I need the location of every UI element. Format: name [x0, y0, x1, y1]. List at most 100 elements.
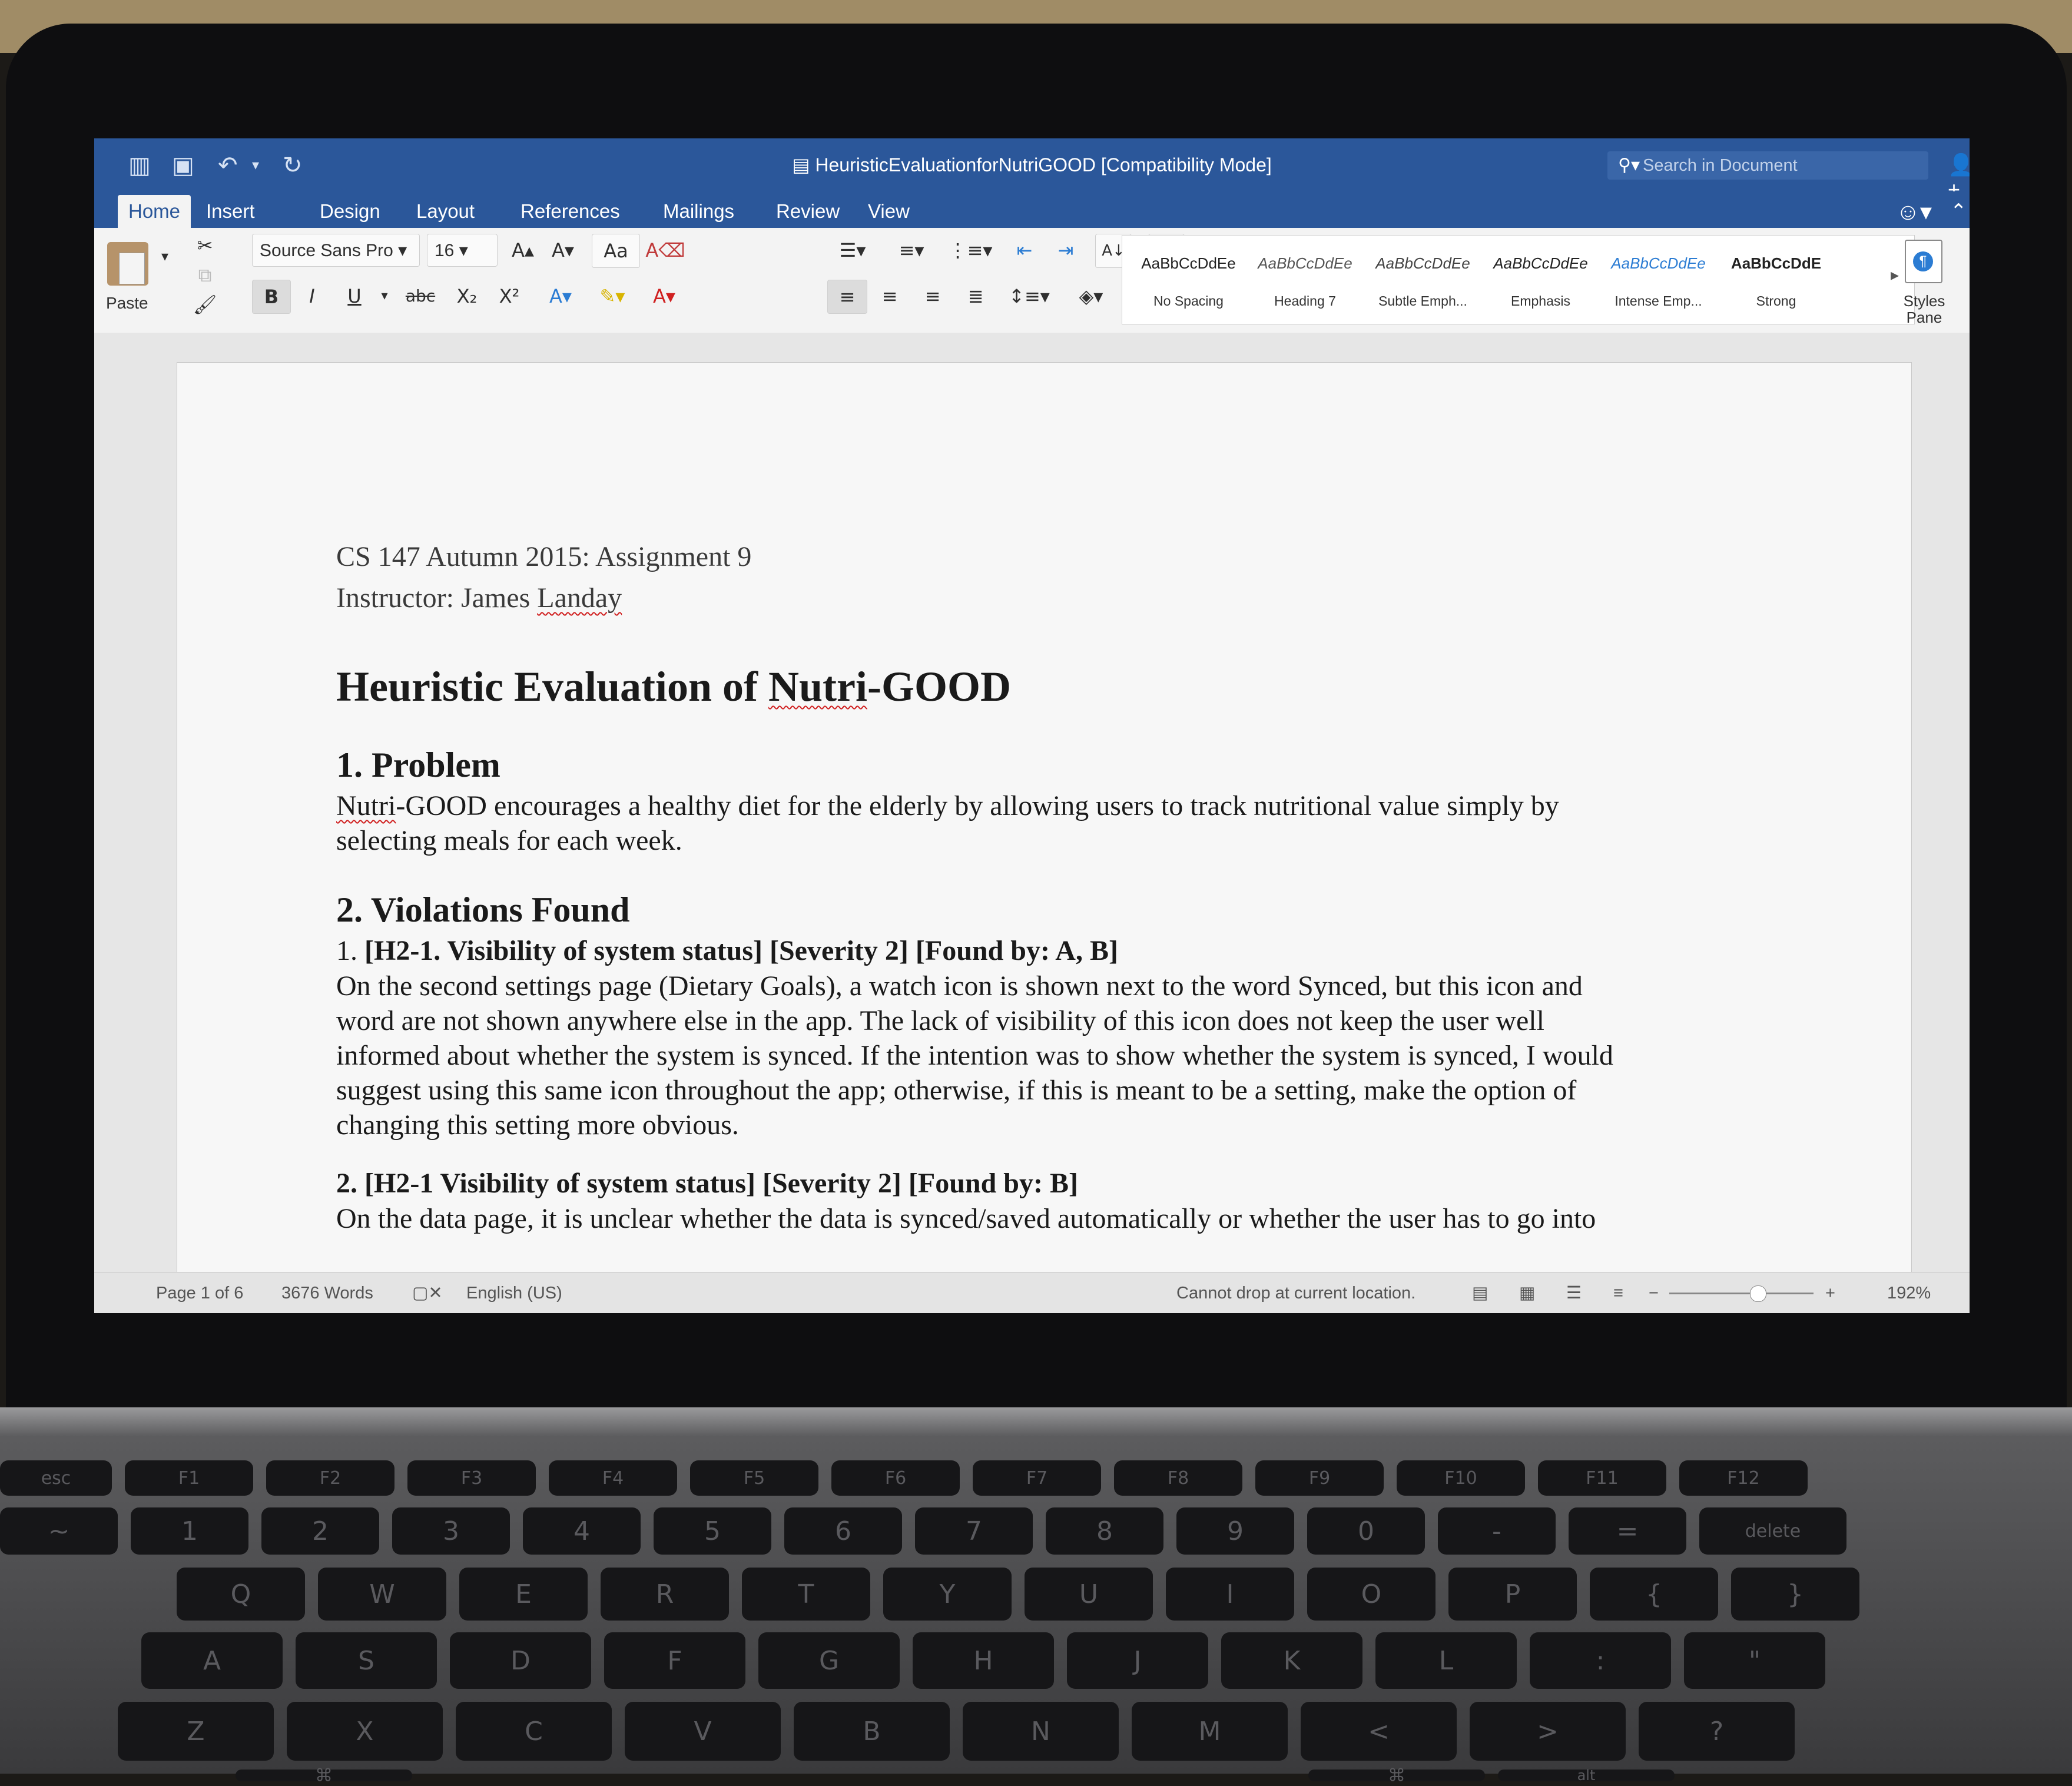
style-emphasis[interactable]: AaBbCcDdEe Emphasis	[1486, 241, 1595, 318]
font-name-select[interactable]: Source Sans Pro ▾	[252, 234, 420, 267]
spellcheck-flag: Landay	[537, 582, 622, 614]
superscript-button[interactable]: X²	[490, 280, 529, 313]
key: {	[1590, 1568, 1718, 1621]
key-f2: F2	[266, 1460, 394, 1496]
tab-mailings[interactable]: Mailings	[652, 195, 745, 228]
cut-icon[interactable]: ✂	[188, 229, 221, 262]
italic-button[interactable]: I	[293, 280, 331, 313]
multilevel-list-icon[interactable]: ⋮≡▾	[945, 234, 996, 267]
underline-button[interactable]: U	[336, 280, 373, 313]
key: P	[1448, 1568, 1577, 1621]
violation-1-line: suggest using this same icon throughout …	[336, 1075, 1577, 1106]
align-left-icon[interactable]: ≡	[827, 280, 867, 314]
print-layout-view-icon[interactable]: ▤	[1472, 1273, 1488, 1313]
problem-line-2: selecting meals for each week.	[336, 825, 682, 856]
word-doc-icon: ▤	[792, 154, 815, 175]
zoom-slider-thumb[interactable]	[1750, 1285, 1766, 1302]
font-color-icon[interactable]: A▾	[641, 280, 688, 313]
violation-1-line: On the second settings page (Dietary Goa…	[336, 970, 1583, 1002]
subscript-button[interactable]: X₂	[447, 280, 486, 313]
bullets-icon[interactable]: ☰▾	[827, 234, 878, 267]
paste-clipboard-icon[interactable]	[107, 242, 148, 286]
outline-view-icon[interactable]: ☰	[1566, 1273, 1582, 1313]
grow-font-icon[interactable]: A▴	[505, 234, 541, 267]
tab-review[interactable]: Review	[765, 195, 850, 228]
bold-button[interactable]: B	[252, 280, 291, 314]
document-body[interactable]: CS 147 Autumn 2015: Assignment 9 Instruc…	[336, 536, 1690, 1236]
style-strong[interactable]: AaBbCcDdE Strong	[1722, 241, 1831, 318]
styles-gallery-next-icon[interactable]: ▸	[1891, 265, 1899, 284]
key-f8: F8	[1114, 1460, 1242, 1496]
key: E	[459, 1568, 588, 1621]
page-count[interactable]: Page 1 of 6	[156, 1273, 243, 1313]
tab-home[interactable]: Home	[118, 195, 191, 228]
zoom-slider[interactable]	[1669, 1293, 1814, 1294]
key: 4	[523, 1507, 641, 1555]
key-f7: F7	[973, 1460, 1101, 1496]
highlight-color-icon[interactable]: ✎▾	[589, 280, 636, 313]
format-painter-icon[interactable]: 🖌	[188, 288, 221, 321]
tab-view[interactable]: View	[857, 195, 920, 228]
tab-insert[interactable]: Insert	[195, 195, 266, 228]
align-center-icon[interactable]: ≡	[870, 280, 909, 313]
tab-layout[interactable]: Layout	[406, 195, 485, 228]
text-effects-icon[interactable]: A▾	[537, 280, 584, 313]
document-title-heading: Heuristic Evaluation of Nutri-GOOD	[336, 663, 1011, 710]
zoom-out-button[interactable]: −	[1649, 1273, 1659, 1313]
key: 9	[1176, 1507, 1294, 1555]
document-canvas[interactable]: CS 147 Autumn 2015: Assignment 9 Instruc…	[94, 333, 1970, 1313]
draft-view-icon[interactable]: ≡	[1613, 1273, 1623, 1313]
font-size-select[interactable]: 16 ▾	[427, 234, 498, 267]
key: I	[1166, 1568, 1294, 1621]
justify-icon[interactable]: ≣	[956, 280, 995, 313]
style-no-spacing[interactable]: AaBbCcDdEe No Spacing	[1134, 241, 1243, 318]
strikethrough-button[interactable]: abc	[398, 280, 443, 313]
tab-references[interactable]: References	[510, 195, 631, 228]
key: R	[601, 1568, 729, 1621]
zoom-in-button[interactable]: +	[1825, 1273, 1835, 1313]
key: =	[1569, 1507, 1686, 1555]
increase-indent-icon[interactable]: ⇥	[1048, 234, 1083, 267]
styles-pane-button[interactable]: Styles Pane	[1895, 293, 1954, 326]
language[interactable]: English (US)	[466, 1273, 562, 1313]
line-spacing-icon[interactable]: ↕≡▾	[1004, 280, 1055, 313]
key: G	[758, 1632, 900, 1689]
paste-dropdown-icon[interactable]: ▾	[153, 240, 177, 273]
shrink-font-icon[interactable]: A▾	[545, 234, 581, 267]
style-heading-7[interactable]: AaBbCcDdEe Heading 7	[1251, 241, 1360, 318]
key: ?	[1639, 1702, 1795, 1761]
key: M	[1132, 1702, 1288, 1761]
proofing-icon[interactable]: ▢✕	[412, 1273, 443, 1313]
collapse-ribbon-icon[interactable]: ⌃	[1950, 200, 1967, 223]
decrease-indent-icon[interactable]: ⇤	[1007, 234, 1042, 267]
underline-dropdown-icon[interactable]: ▾	[376, 280, 393, 313]
zoom-level[interactable]: 192%	[1887, 1273, 1931, 1313]
search-in-document-input[interactable]: ⚲▾ Search in Document	[1607, 151, 1928, 180]
word-count[interactable]: 3676 Words	[281, 1273, 373, 1313]
shading-icon[interactable]: ◈▾	[1066, 280, 1116, 313]
styles-pane-icon[interactable]: ¶	[1905, 240, 1942, 283]
tab-design[interactable]: Design	[309, 195, 391, 228]
home-row: A S D F G H J K L : "	[141, 1632, 1825, 1689]
style-subtle-emphasis[interactable]: AaBbCcDdEe Subtle Emph...	[1368, 241, 1477, 318]
key: -	[1438, 1507, 1556, 1555]
align-right-icon[interactable]: ≡	[913, 280, 952, 313]
problem-paragraph: Nutri-GOOD encourages a healthy diet for…	[336, 788, 1690, 858]
key-f1: F1	[125, 1460, 253, 1496]
web-layout-view-icon[interactable]: ▦	[1519, 1273, 1535, 1313]
clear-formatting-icon[interactable]: A⌫	[645, 234, 686, 267]
numbering-icon[interactable]: ≡▾	[886, 234, 937, 267]
feedback-smiley-icon[interactable]: ☺▾	[1896, 198, 1932, 226]
key: 7	[915, 1507, 1033, 1555]
change-case-icon[interactable]: Aa	[592, 234, 640, 268]
key: L	[1375, 1632, 1517, 1689]
key: 8	[1046, 1507, 1163, 1555]
style-intense-emphasis[interactable]: AaBbCcDdEe Intense Emp...	[1604, 241, 1713, 318]
document-page[interactable]: CS 147 Autumn 2015: Assignment 9 Instruc…	[177, 362, 1912, 1313]
function-row: esc F1 F2 F3 F4 F5 F6 F7 F8 F9 F10 F11 F…	[0, 1460, 1808, 1496]
key: C	[456, 1702, 612, 1761]
key-esc: esc	[0, 1460, 112, 1496]
copy-icon[interactable]: ⧉	[188, 259, 221, 291]
section-2-heading: 2. Violations Found	[336, 890, 630, 929]
instructor-line: Instructor: James Landay	[336, 582, 622, 614]
